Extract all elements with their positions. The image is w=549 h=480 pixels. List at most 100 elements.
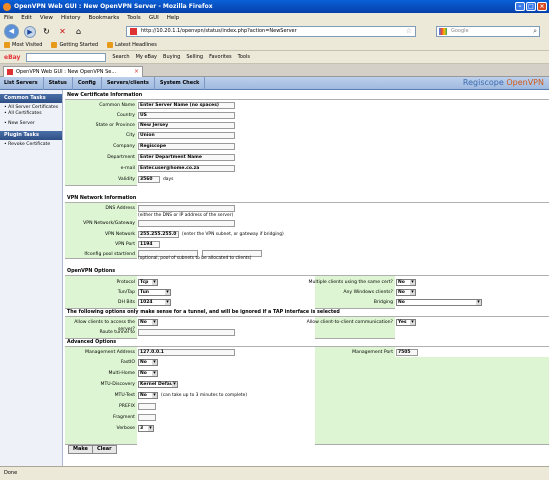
dns-field[interactable] [138,205,235,212]
ebay-tools[interactable]: Tools [238,54,250,60]
multi-clients-label: Multiple clients using the same cert? [308,280,394,285]
vpn-network-field[interactable]: 255.255.255.0 [138,231,179,238]
status-bar: Done [0,466,549,480]
make-button[interactable]: Make [68,445,93,454]
bookmark-most-visited[interactable]: Most Visited [4,42,42,48]
route-field[interactable] [138,329,235,336]
company-label: Company [113,144,135,149]
tun-tap-select[interactable]: Tun [138,289,171,296]
mgmt-address-field[interactable]: 127.0.0.1 [138,349,235,356]
gateway-field[interactable] [138,220,235,227]
mgmt-address-label: Management Address [84,350,135,355]
state-label: State or Province [95,123,135,128]
country-field[interactable]: US [138,112,235,119]
protocol-label: Protocol [116,280,135,285]
minimize-button[interactable]: – [515,2,525,11]
validity-field[interactable]: 3560 [138,176,160,183]
bridging-select[interactable]: No [396,299,482,306]
menu-gui[interactable]: GUI [149,15,159,21]
menu-edit[interactable]: Edit [21,15,32,21]
search-icon[interactable]: ⌕ [533,27,537,36]
mtu-discovery-select[interactable]: Kernel Default [138,381,178,388]
maximize-button[interactable]: □ [526,2,536,11]
fragment-label: Fragment [113,415,135,420]
search-box[interactable]: Google ⌕ [436,26,540,37]
vpn-network-note: (enter the VPN subnet, or gateway if bri… [182,232,284,237]
bookmark-star-icon[interactable]: ☆ [406,27,412,36]
site-favicon-icon [130,28,137,35]
department-label: Department [107,155,135,160]
validity-label: Validity [118,177,135,182]
ebay-search[interactable]: Search [112,54,129,60]
bookmark-getting-started[interactable]: Getting Started [51,42,98,48]
vpn-port-field[interactable]: 1194 [138,241,160,248]
allow-server-select[interactable]: No [138,319,158,326]
clear-button[interactable]: Clear [92,445,117,454]
mtu-test-label: MTU-Test [114,393,135,398]
mtu-test-select[interactable]: No [138,392,158,399]
common-name-field[interactable]: Enter Server Name (no spaces) [138,102,235,109]
mgmt-port-field[interactable]: 7505 [396,349,418,356]
menu-history[interactable]: History [61,15,81,21]
stop-icon[interactable]: ✕ [57,26,68,37]
multi-clients-select[interactable]: No [396,279,416,286]
verbose-select[interactable]: 3 [138,425,154,432]
bookmark-latest-headlines[interactable]: Latest Headlines [107,42,157,48]
fastio-label: FastIO [120,360,135,365]
sidebar: Common Tasks • All Server Certificates •… [0,90,63,466]
state-field[interactable]: New Jersey [138,122,235,129]
ebay-my-ebay[interactable]: My eBay [136,54,157,60]
bridging-label: Bridging [373,300,393,305]
multihome-label: Multi-Home [108,371,135,376]
close-tab-icon[interactable]: × [134,67,139,77]
allow-clients-label: Allow client-to-client communication? [306,320,393,325]
firefox-icon [3,3,11,11]
mtu-test-note: (can take up to 3 minutes to complete) [161,393,248,398]
fastio-select[interactable]: No [138,359,158,366]
dh-bits-select[interactable]: 1024 [138,299,171,306]
ebay-search-input[interactable] [26,52,107,62]
tab-bar: OpenVPN Web GUI : New OpenVPN Se... × [0,64,549,77]
menu-file[interactable]: File [4,15,13,21]
department-field[interactable]: Enter Department Name [138,154,235,161]
company-field[interactable]: Regiscope [138,143,235,150]
reload-icon[interactable]: ↻ [41,26,52,37]
forward-icon[interactable]: ▶ [24,25,36,38]
menu-bookmarks[interactable]: Bookmarks [89,15,120,21]
tab-status[interactable]: Status [44,77,73,90]
menu-view[interactable]: View [40,15,53,21]
allow-clients-select[interactable]: Yes [396,319,416,326]
ebay-buying[interactable]: Buying [163,54,180,60]
tunnel-section-title: The following options only make sense fo… [65,309,549,317]
menu-tools[interactable]: Tools [127,15,141,21]
sidebar-item-new-server[interactable]: • New Server [0,121,62,127]
close-window-button[interactable]: × [537,2,547,11]
protocol-select[interactable]: Tcp [138,279,158,286]
ebay-selling[interactable]: Selling [186,54,203,60]
url-bar[interactable]: http://10.20.1.1/openvpn/status/index.ph… [126,26,416,37]
dh-bits-label: DH Bits [117,300,135,305]
browser-tab[interactable]: OpenVPN Web GUI : New OpenVPN Se... × [3,66,143,77]
prefix-field[interactable] [138,403,156,410]
ebay-favorites[interactable]: Favorites [209,54,232,60]
email-field[interactable]: Enter.user@home.co.za [138,165,235,172]
city-field[interactable]: Union [138,132,235,139]
tab-list-servers[interactable]: List Servers [0,77,44,90]
prefix-label: PREFIX [118,404,135,409]
cert-section: Common Name Enter Server Name (no spaces… [65,100,549,186]
fragment-field[interactable] [138,414,156,421]
windows-clients-select[interactable]: No [396,289,416,296]
tab-system-check[interactable]: System Check [155,77,206,90]
url-text: http://10.20.1.1/openvpn/status/index.ph… [141,28,297,34]
brand-logo: Regiscope OpenVPN [462,78,544,87]
sidebar-item-revoke-certificate[interactable]: • Revoke Certificate [0,142,62,148]
page-content: List Servers Status Config Servers/clien… [0,77,549,466]
vpn-network-label: VPN Network [105,232,135,237]
tab-config[interactable]: Config [73,77,102,90]
rss-icon [107,42,114,48]
multihome-select[interactable]: No [138,370,158,377]
back-icon[interactable]: ◀ [4,24,19,39]
menu-help[interactable]: Help [167,15,180,21]
home-icon[interactable]: ⌂ [73,26,84,37]
tab-servers-clients[interactable]: Servers/clients [102,77,155,90]
